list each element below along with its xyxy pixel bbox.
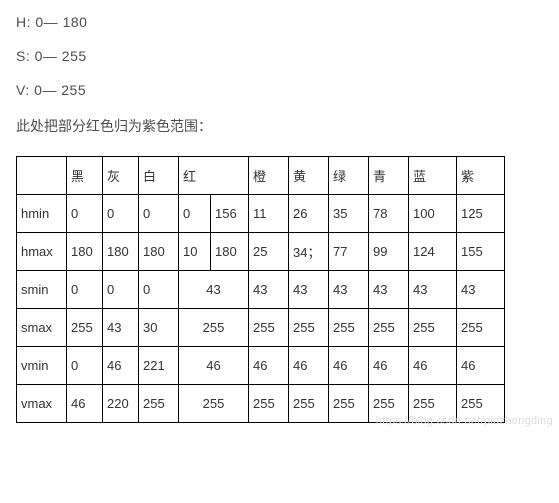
header-blank xyxy=(17,157,67,195)
cell: 255 xyxy=(179,385,249,423)
cell: 255 xyxy=(289,309,329,347)
cell: 30 xyxy=(139,309,179,347)
cell: 0 xyxy=(103,271,139,309)
table-row: smax 255 43 30 255 255 255 255 255 255 2… xyxy=(17,309,505,347)
cell: 125 xyxy=(457,195,505,233)
cell: 255 xyxy=(67,309,103,347)
cell: 34； xyxy=(289,233,329,271)
cell: 255 xyxy=(369,309,409,347)
cell: 43 xyxy=(179,271,249,309)
cell: 46 xyxy=(409,347,457,385)
cell: 255 xyxy=(249,385,289,423)
watermark-text: https://blog.csdn.net/pidzhengding xyxy=(376,415,553,427)
cell: 0 xyxy=(67,347,103,385)
cell: 26 xyxy=(289,195,329,233)
cell: 180 xyxy=(211,233,249,271)
cell: 43 xyxy=(289,271,329,309)
cell: 43 xyxy=(369,271,409,309)
cell: 78 xyxy=(369,195,409,233)
cell: 46 xyxy=(289,347,329,385)
cell: 0 xyxy=(103,195,139,233)
table-row: hmax 180 180 180 10 180 25 34； 77 99 124… xyxy=(17,233,505,271)
cell: 0 xyxy=(139,195,179,233)
cell: 255 xyxy=(457,309,505,347)
cell: 255 xyxy=(139,385,179,423)
cell: 46 xyxy=(329,347,369,385)
cell: 43 xyxy=(409,271,457,309)
cell: 46 xyxy=(249,347,289,385)
header-orange: 橙 xyxy=(249,157,289,195)
cell: 46 xyxy=(457,347,505,385)
range-line-s: S: 0— 255 xyxy=(16,48,559,64)
cell: 255 xyxy=(329,385,369,423)
table-header-row: 黑 灰 白 红 橙 黄 绿 青 蓝 紫 xyxy=(17,157,505,195)
cell: 155 xyxy=(457,233,505,271)
header-white: 白 xyxy=(139,157,179,195)
cell: 180 xyxy=(139,233,179,271)
header-red: 红 xyxy=(179,157,249,195)
table-row: hmin 0 0 0 0 156 11 26 35 78 100 125 xyxy=(17,195,505,233)
header-gray: 灰 xyxy=(103,157,139,195)
cell: 43 xyxy=(457,271,505,309)
cell: 180 xyxy=(103,233,139,271)
cell: 180 xyxy=(67,233,103,271)
cell: 0 xyxy=(179,195,211,233)
cell: 0 xyxy=(67,271,103,309)
cell: 255 xyxy=(409,309,457,347)
cell: 0 xyxy=(67,195,103,233)
row-label-vmin: vmin xyxy=(17,347,67,385)
cell: 43 xyxy=(103,309,139,347)
cell: 35 xyxy=(329,195,369,233)
cell: 0 xyxy=(139,271,179,309)
row-label-smin: smin xyxy=(17,271,67,309)
hsv-color-table: 黑 灰 白 红 橙 黄 绿 青 蓝 紫 hmin 0 0 0 0 156 11 … xyxy=(16,156,505,423)
cell: 156 xyxy=(211,195,249,233)
cell: 255 xyxy=(179,309,249,347)
range-line-h: H: 0— 180 xyxy=(16,14,559,30)
cell: 43 xyxy=(329,271,369,309)
row-label-vmax: vmax xyxy=(17,385,67,423)
cell: 46 xyxy=(103,347,139,385)
header-black: 黑 xyxy=(67,157,103,195)
table-row: vmin 0 46 221 46 46 46 46 46 46 46 xyxy=(17,347,505,385)
header-purple: 紫 xyxy=(457,157,505,195)
cell: 25 xyxy=(249,233,289,271)
note-line: 此处把部分红色归为紫色范围： xyxy=(16,116,559,136)
header-yellow: 黄 xyxy=(289,157,329,195)
header-green: 绿 xyxy=(329,157,369,195)
cell: 124 xyxy=(409,233,457,271)
cell: 10 xyxy=(179,233,211,271)
cell: 77 xyxy=(329,233,369,271)
cell: 100 xyxy=(409,195,457,233)
cell: 43 xyxy=(249,271,289,309)
cell: 11 xyxy=(249,195,289,233)
cell: 46 xyxy=(369,347,409,385)
cell: 99 xyxy=(369,233,409,271)
table-row: smin 0 0 0 43 43 43 43 43 43 43 xyxy=(17,271,505,309)
cell: 46 xyxy=(67,385,103,423)
cell: 46 xyxy=(179,347,249,385)
row-label-hmax: hmax xyxy=(17,233,67,271)
range-line-v: V: 0— 255 xyxy=(16,82,559,98)
header-blue: 蓝 xyxy=(409,157,457,195)
row-label-hmin: hmin xyxy=(17,195,67,233)
cell: 221 xyxy=(139,347,179,385)
header-cyan: 青 xyxy=(369,157,409,195)
cell: 255 xyxy=(289,385,329,423)
cell: 255 xyxy=(249,309,289,347)
row-label-smax: smax xyxy=(17,309,67,347)
cell: 255 xyxy=(329,309,369,347)
cell: 220 xyxy=(103,385,139,423)
